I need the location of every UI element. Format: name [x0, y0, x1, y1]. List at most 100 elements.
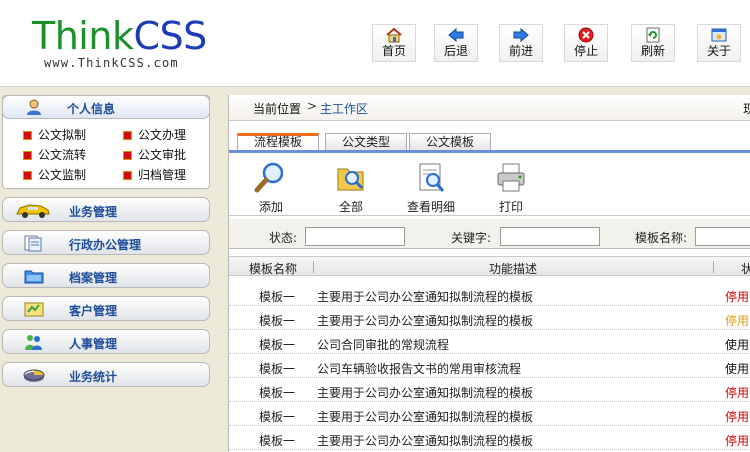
- template-name-label: 模板名称:: [635, 231, 688, 245]
- people-icon: [25, 335, 42, 350]
- column-header-status[interactable]: 状: [741, 260, 750, 277]
- tab-flow-template[interactable]: 流程模板: [237, 133, 319, 150]
- sidebar-item-label: 业务管理: [69, 205, 118, 219]
- toolbar: 添加 全部 查看明细 打印: [229, 156, 750, 216]
- cell-status[interactable]: 使用: [725, 336, 749, 353]
- sidebar-item-personnel[interactable]: 人事管理: [2, 329, 210, 354]
- sidebar-item-label: 公文拟制: [38, 128, 87, 142]
- printer-icon: [497, 163, 525, 192]
- all-label: 全部: [338, 200, 363, 214]
- keyword-input[interactable]: [500, 227, 600, 246]
- table-row[interactable]: 模板一 公司合同审批的常规流程 使用: [229, 330, 750, 354]
- cell-template-name: 模板一: [259, 362, 296, 376]
- table-row[interactable]: 模板一 公司车辆验收报告文书的常用审核流程 使用: [229, 354, 750, 378]
- sidebar-item-supervise[interactable]: 公文监制: [23, 166, 86, 183]
- back-label: 后退: [443, 44, 468, 58]
- sidebar-item-label: 客户管理: [69, 304, 118, 318]
- search-bar: 状态: 关键字: 模板名称:: [229, 219, 750, 249]
- sidebar-item-archives[interactable]: 档案管理: [2, 263, 210, 288]
- sidebar-item-label: 公文审批: [138, 148, 187, 162]
- person-icon: [27, 99, 41, 115]
- cell-status[interactable]: 停用: [725, 312, 749, 329]
- pie-chart-icon: [23, 369, 45, 382]
- view-detail-button[interactable]: 查看明细: [401, 160, 461, 215]
- logo-css: CSS: [133, 14, 207, 58]
- sidebar-item-customers[interactable]: 客户管理: [2, 296, 210, 321]
- back-button[interactable]: 后退: [434, 24, 478, 62]
- table-header: 模板名称 功能描述 状: [229, 256, 750, 276]
- cell-status[interactable]: 停用: [725, 288, 749, 305]
- tab-label: 公文类型: [341, 135, 390, 149]
- sidebar-item-handle[interactable]: 公文办理: [123, 126, 186, 143]
- bullet-icon: [123, 171, 132, 180]
- bullet-icon: [23, 171, 32, 180]
- personal-info-title: 个人信息: [67, 102, 116, 116]
- sidebar-item-business[interactable]: 业务管理: [2, 197, 210, 222]
- column-header-description[interactable]: 功能描述: [489, 260, 537, 277]
- sidebar-item-label: 公文办理: [138, 128, 187, 142]
- stop-button[interactable]: 停止: [564, 24, 608, 62]
- back-arrow-icon: [448, 27, 464, 43]
- view-detail-icon: [419, 163, 445, 192]
- forward-button[interactable]: 前进: [499, 24, 543, 62]
- cell-template-name: 模板一: [259, 338, 296, 352]
- forward-arrow-icon: [513, 27, 529, 43]
- breadcrumb-edge-text: 现: [743, 102, 750, 116]
- table-row[interactable]: 模板一 主要用于公司办公室通知拟制流程的模板 停用: [229, 306, 750, 330]
- main-area: 当前位置 > 主工作区 现 流程模板 公文类型 公文模板 添加 全部 查看明细 …: [228, 95, 750, 452]
- sidebar-item-label: 业务统计: [69, 370, 118, 384]
- cell-status[interactable]: 停用: [725, 384, 749, 401]
- table-row[interactable]: 模板一 主要用于公司办公室通知拟制流程的模板 停用: [229, 282, 750, 306]
- status-input[interactable]: [305, 227, 405, 246]
- column-divider: [713, 261, 714, 273]
- logo: ThinkCSS: [32, 16, 207, 56]
- bullet-icon: [123, 151, 132, 160]
- customer-icon: [24, 302, 44, 317]
- sidebar-item-admin-office[interactable]: 行政办公管理: [2, 230, 210, 255]
- sidebar-item-label: 人事管理: [69, 337, 118, 351]
- print-button[interactable]: 打印: [481, 160, 541, 215]
- sidebar-item-circulate[interactable]: 公文流转: [23, 146, 86, 163]
- cell-description: 主要用于公司办公室通知拟制流程的模板: [317, 314, 534, 328]
- breadcrumb: 当前位置 > 主工作区 现: [229, 95, 750, 121]
- stop-icon: [578, 27, 594, 43]
- folder-icon: [24, 270, 44, 284]
- template-name-input[interactable]: [695, 227, 750, 246]
- tab-doc-template[interactable]: 公文模板: [409, 133, 491, 150]
- refresh-button[interactable]: 刷新: [631, 24, 675, 62]
- home-button[interactable]: 首页: [372, 24, 416, 62]
- table-row[interactable]: 模板一 主要用于公司办公室通知拟制流程的模板 停用: [229, 426, 750, 450]
- cell-description: 主要用于公司办公室通知拟制流程的模板: [317, 386, 534, 400]
- table-row[interactable]: 模板一 主要用于公司办公室通知拟制流程的模板 停用: [229, 402, 750, 426]
- sidebar-item-label: 公文监制: [38, 168, 87, 182]
- bullet-icon: [23, 131, 32, 140]
- sidebar-item-label: 档案管理: [69, 271, 118, 285]
- sidebar-item-draft[interactable]: 公文拟制: [23, 126, 86, 143]
- forward-label: 前进: [508, 44, 533, 58]
- add-button[interactable]: 添加: [241, 160, 301, 215]
- breadcrumb-current[interactable]: 主工作区: [320, 100, 368, 117]
- cell-description: 主要用于公司办公室通知拟制流程的模板: [317, 434, 534, 448]
- magnifier-icon: [254, 162, 284, 193]
- about-button[interactable]: 关于: [697, 24, 741, 62]
- tab-doc-type[interactable]: 公文类型: [325, 133, 407, 150]
- stop-label: 停止: [573, 44, 598, 58]
- sidebar-item-statistics[interactable]: 业务统计: [2, 362, 210, 387]
- table-row[interactable]: 模板一 主要用于公司办公室通知拟制流程的模板 停用: [229, 378, 750, 402]
- cell-status[interactable]: 停用: [725, 432, 749, 449]
- sidebar-item-archive[interactable]: 归档管理: [123, 166, 186, 183]
- home-label: 首页: [381, 44, 406, 58]
- cell-status[interactable]: 使用: [725, 360, 749, 377]
- about-icon: [711, 28, 727, 42]
- sidebar-item-approve[interactable]: 公文审批: [123, 146, 186, 163]
- personal-info-header[interactable]: 个人信息: [2, 95, 210, 119]
- column-header-name[interactable]: 模板名称: [249, 260, 297, 277]
- keyword-label: 关键字:: [451, 231, 492, 245]
- bullet-icon: [123, 131, 132, 140]
- home-icon: [386, 27, 402, 43]
- cell-description: 主要用于公司办公室通知拟制流程的模板: [317, 290, 534, 304]
- all-button[interactable]: 全部: [321, 160, 381, 215]
- refresh-label: 刷新: [640, 44, 665, 58]
- cell-status[interactable]: 停用: [725, 408, 749, 425]
- car-icon: [16, 204, 50, 218]
